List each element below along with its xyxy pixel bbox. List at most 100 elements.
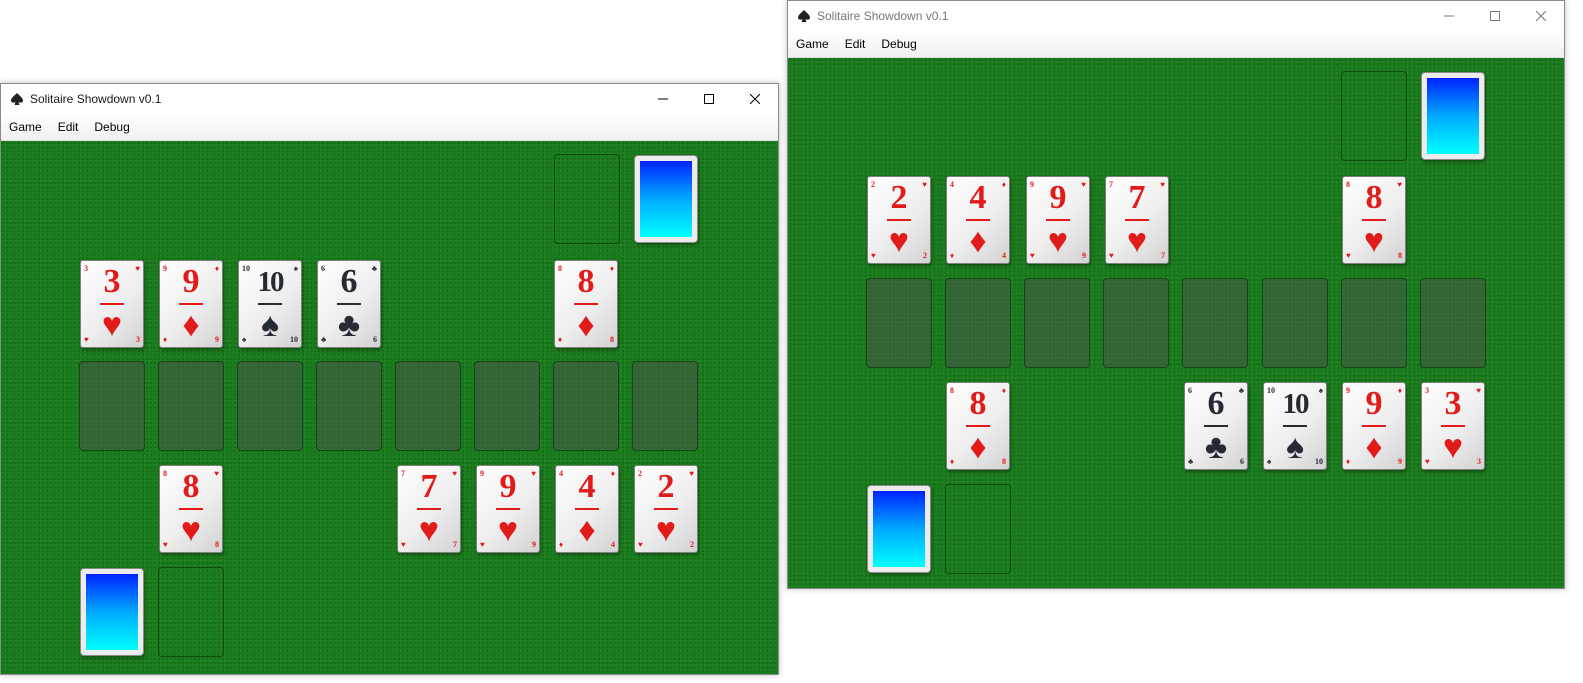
heart-icon: ♥ bbox=[888, 222, 910, 260]
spade-icon: ♠ bbox=[260, 306, 280, 344]
tableau-slot[interactable] bbox=[1341, 278, 1407, 368]
heart-icon: ♥ bbox=[1442, 428, 1464, 466]
maximize-button[interactable] bbox=[1472, 1, 1518, 31]
tableau-slot[interactable] bbox=[632, 361, 698, 451]
card-rank: 4 bbox=[578, 468, 596, 505]
menu-bar: Game Edit Debug bbox=[788, 31, 1564, 58]
card-divider bbox=[966, 219, 990, 221]
card-rank: 7 bbox=[420, 468, 438, 505]
playing-card[interactable]: 2 ♥ ♥ 2 2 ♥ bbox=[634, 465, 698, 553]
deck-pile[interactable] bbox=[80, 568, 144, 656]
heart-icon: ♥ bbox=[1363, 222, 1385, 260]
tableau-slot[interactable] bbox=[1103, 278, 1169, 368]
title-bar[interactable]: Solitaire Showdown v0.1 bbox=[1, 84, 778, 114]
card-rank: 8 bbox=[182, 468, 200, 505]
card-rank: 2 bbox=[657, 468, 675, 505]
heart-icon: ♥ bbox=[1047, 222, 1069, 260]
left-game-window: Solitaire Showdown v0.1 Game Edit Debug … bbox=[0, 83, 779, 675]
heart-icon: ♥ bbox=[655, 511, 677, 549]
close-button[interactable] bbox=[732, 84, 778, 114]
title-bar[interactable]: Solitaire Showdown v0.1 bbox=[788, 1, 1564, 31]
heart-icon: ♥ bbox=[1126, 222, 1148, 260]
card-rank: 4 bbox=[969, 179, 987, 216]
card-divider bbox=[1441, 425, 1465, 427]
menu-debug[interactable]: Debug bbox=[873, 37, 924, 51]
minimize-button[interactable] bbox=[640, 84, 686, 114]
card-rank: 10 bbox=[1282, 388, 1310, 420]
minimize-button[interactable] bbox=[1426, 1, 1472, 31]
tableau-slot[interactable] bbox=[316, 361, 382, 451]
waste-slot[interactable] bbox=[554, 154, 620, 244]
playing-card[interactable]: 6 ♣ ♣ 6 6 ♣ bbox=[1184, 382, 1248, 470]
playing-card[interactable]: 2 ♥ ♥ 2 2 ♥ bbox=[867, 176, 931, 264]
playing-card[interactable]: 3 ♥ ♥ 3 3 ♥ bbox=[80, 260, 144, 348]
playing-card[interactable]: 9 ♥ ♥ 9 9 ♥ bbox=[476, 465, 540, 553]
playing-card[interactable]: 8 ♦ ♦ 8 8 ♦ bbox=[554, 260, 618, 348]
playing-card[interactable]: 10 ♠ ♠ 10 10 ♠ bbox=[238, 260, 302, 348]
menu-game[interactable]: Game bbox=[1, 120, 50, 134]
close-button[interactable] bbox=[1518, 1, 1564, 31]
heart-icon: ♥ bbox=[497, 511, 519, 549]
playing-card[interactable]: 4 ♦ ♦ 4 4 ♦ bbox=[555, 465, 619, 553]
card-divider bbox=[574, 303, 598, 305]
playing-card[interactable]: 9 ♥ ♥ 9 9 ♥ bbox=[1026, 176, 1090, 264]
playing-card[interactable]: 6 ♣ ♣ 6 6 ♣ bbox=[317, 260, 381, 348]
tableau-slot[interactable] bbox=[158, 361, 224, 451]
tableau-slot[interactable] bbox=[79, 361, 145, 451]
playing-card[interactable]: 7 ♥ ♥ 7 7 ♥ bbox=[1105, 176, 1169, 264]
tableau-slot[interactable] bbox=[553, 361, 619, 451]
card-divider bbox=[1362, 425, 1386, 427]
spade-icon bbox=[9, 91, 25, 107]
playing-card[interactable]: 8 ♥ ♥ 8 8 ♥ bbox=[159, 465, 223, 553]
menu-edit[interactable]: Edit bbox=[837, 37, 874, 51]
maximize-button[interactable] bbox=[686, 84, 732, 114]
tableau-slot[interactable] bbox=[1024, 278, 1090, 368]
playing-card[interactable]: 8 ♥ ♥ 8 8 ♥ bbox=[1342, 176, 1406, 264]
stock-pile[interactable] bbox=[634, 155, 698, 243]
diamond-icon: ♦ bbox=[969, 222, 987, 260]
tableau-slot[interactable] bbox=[866, 278, 932, 368]
tableau-slot[interactable] bbox=[474, 361, 540, 451]
diamond-icon: ♦ bbox=[182, 306, 200, 344]
card-divider bbox=[575, 508, 599, 510]
card-rank: 6 bbox=[1207, 385, 1225, 422]
discard-slot[interactable] bbox=[158, 567, 224, 657]
tableau-slot[interactable] bbox=[945, 278, 1011, 368]
tableau-slot[interactable] bbox=[1420, 278, 1486, 368]
right-game-window: Solitaire Showdown v0.1 Game Edit Debug … bbox=[787, 0, 1565, 589]
playing-card[interactable]: 9 ♦ ♦ 9 9 ♦ bbox=[1342, 382, 1406, 470]
menu-game[interactable]: Game bbox=[788, 37, 837, 51]
menu-edit[interactable]: Edit bbox=[50, 120, 87, 134]
heart-icon: ♥ bbox=[101, 306, 123, 344]
menu-bar: Game Edit Debug bbox=[1, 114, 778, 141]
menu-debug[interactable]: Debug bbox=[86, 120, 137, 134]
card-rank: 9 bbox=[499, 468, 517, 505]
discard-slot[interactable] bbox=[945, 484, 1011, 574]
maximize-icon bbox=[1490, 11, 1500, 21]
heart-icon: ♥ bbox=[418, 511, 440, 549]
waste-slot[interactable] bbox=[1341, 71, 1407, 161]
playing-card[interactable]: 8 ♦ ♦ 8 8 ♦ bbox=[946, 382, 1010, 470]
tableau-slot[interactable] bbox=[237, 361, 303, 451]
card-divider bbox=[258, 303, 282, 305]
playing-card[interactable]: 3 ♥ ♥ 3 3 ♥ bbox=[1421, 382, 1485, 470]
maximize-icon bbox=[704, 94, 714, 104]
deck-pile[interactable] bbox=[867, 485, 931, 573]
playing-card[interactable]: 7 ♥ ♥ 7 7 ♥ bbox=[397, 465, 461, 553]
spade-icon bbox=[796, 8, 812, 24]
spade-icon: ♠ bbox=[1285, 428, 1305, 466]
card-divider bbox=[1362, 219, 1386, 221]
window-title: Solitaire Showdown v0.1 bbox=[30, 92, 162, 106]
playing-card[interactable]: 9 ♦ ♦ 9 9 ♦ bbox=[159, 260, 223, 348]
tableau-slot[interactable] bbox=[1262, 278, 1328, 368]
playing-card[interactable]: 4 ♦ ♦ 4 4 ♦ bbox=[946, 176, 1010, 264]
card-divider bbox=[100, 303, 124, 305]
tableau-slot[interactable] bbox=[395, 361, 461, 451]
tableau-slot[interactable] bbox=[1182, 278, 1248, 368]
close-icon bbox=[750, 94, 760, 104]
playing-card[interactable]: 10 ♠ ♠ 10 10 ♠ bbox=[1263, 382, 1327, 470]
card-divider bbox=[1204, 425, 1228, 427]
card-divider bbox=[887, 219, 911, 221]
club-icon: ♣ bbox=[337, 306, 361, 344]
stock-pile[interactable] bbox=[1421, 72, 1485, 160]
